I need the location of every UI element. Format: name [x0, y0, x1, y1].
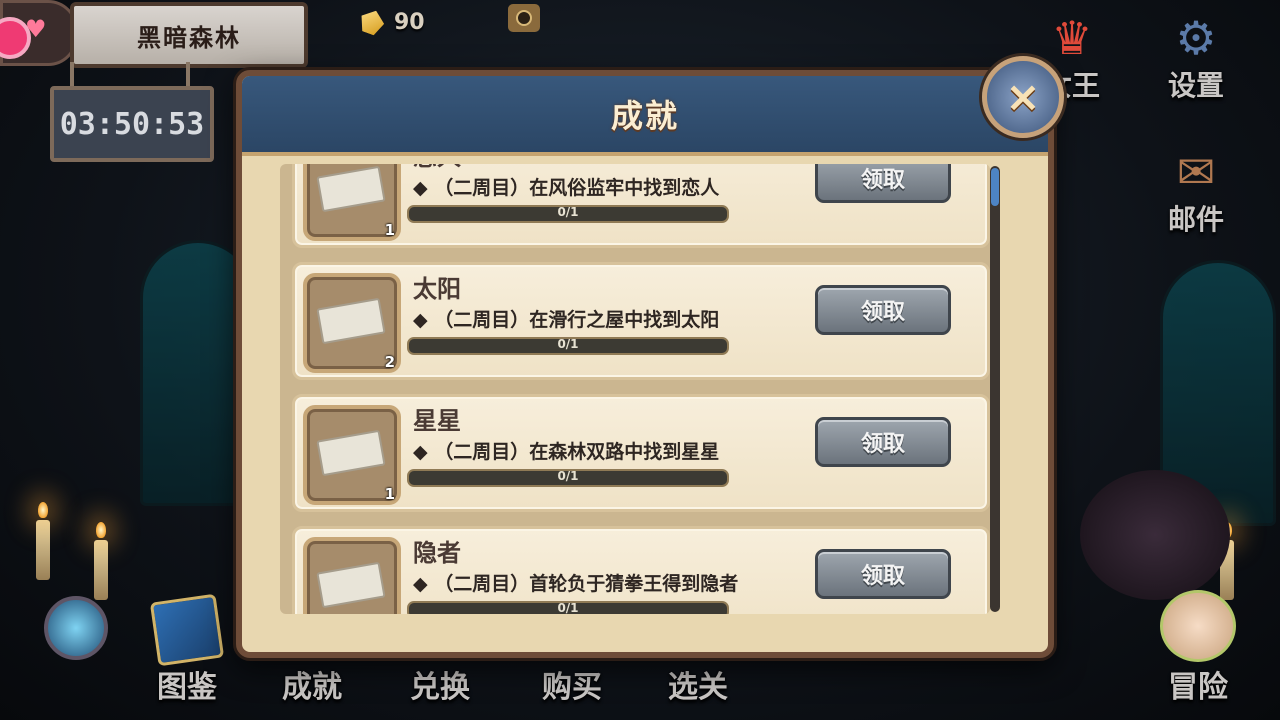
location-name: 黑暗森林: [137, 23, 241, 52]
claim-button[interactable]: 领取: [815, 164, 951, 203]
ticket-icon: [316, 561, 386, 609]
close-icon: ×: [1005, 72, 1041, 121]
achievement-row: 1 恋人 ◆ （二周目）在风俗监牢中找到恋人 0/1 领取: [292, 164, 990, 248]
exchange-button[interactable]: 兑换: [410, 662, 470, 706]
ticket-icon: [316, 297, 386, 345]
reward-quantity: 2: [384, 353, 395, 371]
mailbox-icon: ✉: [1176, 145, 1216, 199]
heart-icon: ♥: [25, 15, 47, 43]
progress-text: 0/1: [557, 469, 579, 483]
reward-slot: 2: [303, 273, 401, 373]
claim-label: 领取: [860, 564, 905, 589]
settings-label: 设置: [1167, 69, 1224, 102]
progress-bar: 0/1: [407, 337, 729, 355]
mail-button[interactable]: ✉ 邮件: [1164, 140, 1228, 238]
achievement-description: ◆ （二周目）在滑行之屋中找到太阳: [413, 309, 720, 331]
reward-quantity: 1: [384, 221, 395, 239]
stages-label: 选关: [668, 670, 728, 705]
camera-icon[interactable]: [508, 4, 540, 32]
background-candle: [36, 502, 50, 580]
progress-bar: 0/1: [407, 469, 729, 487]
progress-text: 0/1: [557, 205, 579, 219]
compass-button[interactable]: [44, 596, 108, 660]
claim-button[interactable]: 领取: [815, 417, 951, 467]
timer-text: 03:50:53: [59, 106, 205, 142]
gear-icon: ⚙: [1175, 11, 1217, 65]
background-cauldron: [1080, 470, 1230, 600]
achievement-name: 恋人: [413, 164, 461, 172]
location-plate: 黑暗森林: [70, 2, 308, 68]
list-scrollbar[interactable]: [990, 166, 1000, 612]
dialog-header: 成就: [242, 76, 1048, 156]
adventurer-avatar: [1160, 590, 1236, 662]
mail-label: 邮件: [1167, 203, 1224, 236]
background-candle: [94, 522, 108, 600]
achievement-row: 1 隐者 ◆ （二周目）首轮负于猜拳王得到隐者 0/1 领取: [292, 526, 990, 614]
achievement-row: 1 星星 ◆ （二周目）在森林双路中找到星星 0/1 领取: [292, 394, 990, 512]
achievement-description: ◆ （二周目）在风俗监牢中找到恋人: [413, 177, 720, 199]
shop-button[interactable]: 购买: [542, 662, 602, 706]
progress-bar: 0/1: [407, 205, 729, 223]
close-button[interactable]: ×: [982, 56, 1064, 138]
achievement-list-content: 1 恋人 ◆ （二周目）在风俗监牢中找到恋人 0/1 领取 2 太阳 ◆ （: [280, 164, 990, 614]
achievement-description: ◆ （二周目）在森林双路中找到星星: [413, 441, 720, 463]
settings-button[interactable]: ⚙ 设置: [1164, 6, 1228, 104]
claim-label: 领取: [860, 300, 905, 325]
sign-chain: [70, 62, 74, 88]
shop-label: 购买: [542, 670, 602, 705]
achievement-list[interactable]: 1 恋人 ◆ （二周目）在风俗监牢中找到恋人 0/1 领取 2 太阳 ◆ （: [280, 164, 990, 614]
achievement-description: ◆ （二周目）首轮负于猜拳王得到隐者: [413, 573, 739, 595]
achievement-name: 星星: [413, 407, 461, 435]
card-book-icon: [149, 593, 225, 667]
gem-count: 90: [394, 9, 425, 35]
ticket-icon: [316, 165, 386, 213]
gem-counter: 90: [360, 4, 425, 40]
scroll-thumb[interactable]: [991, 168, 999, 206]
achievement-name: 隐者: [413, 539, 461, 567]
claim-label: 领取: [860, 432, 905, 457]
compass-icon: [44, 596, 108, 660]
achievements-label: 成就: [282, 670, 342, 705]
claim-button[interactable]: 领取: [815, 285, 951, 335]
claim-label: 领取: [860, 168, 905, 193]
reward-slot: 1: [303, 164, 401, 241]
progress-bar: 0/1: [407, 601, 729, 614]
reward-quantity: 1: [384, 485, 395, 503]
progress-text: 0/1: [557, 337, 579, 351]
achievement-row: 2 太阳 ◆ （二周目）在滑行之屋中找到太阳 0/1 领取: [292, 262, 990, 380]
crown-icon: ♛: [1051, 11, 1093, 65]
profile-ring[interactable]: ♥: [0, 0, 78, 66]
sign-chain: [186, 62, 190, 88]
achievements-button[interactable]: 成就: [282, 662, 342, 706]
codex-label: 图鉴: [157, 670, 217, 705]
stages-button[interactable]: 选关: [668, 662, 728, 706]
countdown-timer: 03:50:53: [50, 86, 214, 162]
achievement-name: 太阳: [413, 275, 461, 303]
codex-button[interactable]: 图鉴: [149, 593, 225, 706]
ticket-icon: [316, 429, 386, 477]
achievements-dialog: 成就 1 恋人 ◆ （二周目）在风俗监牢中找到恋人 0/1 领取: [236, 70, 1054, 658]
reward-slot: 1: [303, 405, 401, 505]
gem-icon: [357, 7, 388, 38]
progress-text: 0/1: [557, 601, 579, 614]
reward-slot: 1: [303, 537, 401, 614]
claim-button[interactable]: 领取: [815, 549, 951, 599]
dialog-title: 成就: [610, 97, 679, 135]
adventure-label: 冒险: [1168, 670, 1228, 705]
exchange-label: 兑换: [410, 670, 470, 705]
adventure-button[interactable]: 冒险: [1160, 590, 1236, 706]
